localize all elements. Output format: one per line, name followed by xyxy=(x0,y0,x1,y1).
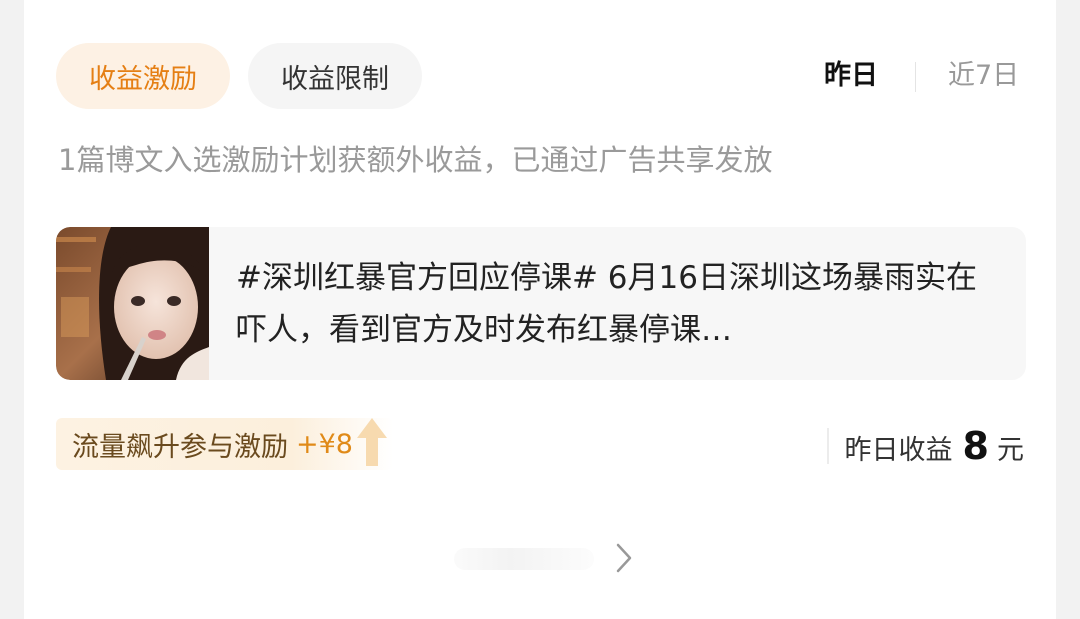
tab-incentive[interactable]: 收益激励 xyxy=(56,43,230,109)
post-item[interactable]: #深圳红暴官方回应停课# 6月16日深圳这场暴雨实在吓人，看到官方及时发布红暴停… xyxy=(56,227,1026,380)
tab-restriction[interactable]: 收益限制 xyxy=(248,43,422,109)
view-more-link[interactable] xyxy=(454,540,634,576)
period-7-days-option[interactable]: 近7日 xyxy=(948,58,1019,94)
period-divider xyxy=(915,62,916,92)
chevron-right-icon xyxy=(616,543,632,573)
up-arrow-icon xyxy=(356,418,387,466)
earnings-card: 收益激励 收益限制 昨日 近7日 1篇博文入选激励计划获额外收益，已通过广告共享… xyxy=(24,0,1056,619)
earning-value: 8 xyxy=(962,424,989,468)
earning-divider xyxy=(826,428,829,464)
earning-label: 昨日收益 xyxy=(844,435,953,466)
yesterday-earning: 昨日收益 8 元 xyxy=(826,424,1024,468)
boost-label: 流量飙升参与激励 xyxy=(72,431,288,463)
traffic-boost-badge: 流量飙升参与激励 +¥8 xyxy=(56,418,393,470)
post-thumbnail xyxy=(56,227,209,380)
incentive-summary: 1篇博文入选激励计划获额外收益，已通过广告共享发放 xyxy=(58,143,773,177)
earning-unit: 元 xyxy=(997,435,1024,466)
period-yesterday-option[interactable]: 昨日 xyxy=(824,58,878,94)
post-text[interactable]: #深圳红暴官方回应停课# 6月16日深圳这场暴雨实在吓人，看到官方及时发布红暴停… xyxy=(236,252,1006,356)
view-more-label-placeholder xyxy=(454,548,594,570)
boost-amount: +¥8 xyxy=(296,428,353,460)
